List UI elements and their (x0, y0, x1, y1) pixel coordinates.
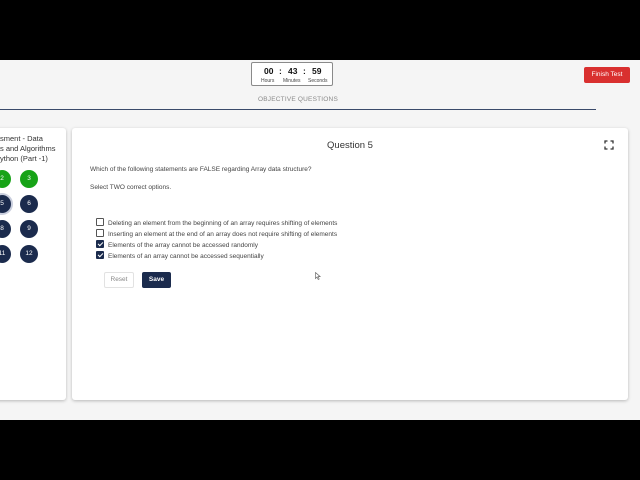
timer-minutes-label: Minutes (283, 78, 301, 84)
question-11-button[interactable]: 11 (0, 245, 11, 263)
option-1-checkbox[interactable] (96, 218, 104, 226)
option-4-label: Elements of an array cannot be accessed … (108, 253, 264, 260)
mouse-pointer-icon (315, 272, 321, 280)
option-2[interactable]: Inserting an element at the end of an ar… (96, 229, 337, 238)
timer-separator: : (303, 66, 306, 76)
test-screen: 00 : 43 : 59 Hours Minutes Seconds Finis… (0, 60, 640, 420)
question-instruction: Select TWO correct options. (90, 184, 172, 191)
option-1-label: Deleting an element from the beginning o… (108, 220, 338, 227)
question-8-button[interactable]: 8 (0, 220, 11, 238)
timer-seconds: 59 (312, 66, 322, 76)
question-text: Which of the following statements are FA… (90, 166, 312, 173)
top-bar: 00 : 43 : 59 Hours Minutes Seconds Finis… (0, 60, 640, 88)
question-title: Question 5 (327, 140, 373, 151)
timer-hours: 00 (264, 66, 274, 76)
option-4[interactable]: Elements of an array cannot be accessed … (96, 251, 264, 260)
timer-minutes: 43 (288, 66, 298, 76)
question-12-button[interactable]: 12 (20, 245, 38, 263)
option-1[interactable]: Deleting an element from the beginning o… (96, 218, 337, 227)
expand-icon[interactable] (604, 140, 614, 150)
reset-button[interactable]: Reset (104, 272, 134, 288)
option-4-checkbox[interactable] (96, 251, 104, 259)
question-navigator: sment - Data s and Algorithms ython (Par… (0, 128, 66, 400)
question-6-button[interactable]: 6 (20, 195, 38, 213)
option-3-checkbox[interactable] (96, 240, 104, 248)
question-3-button[interactable]: 3 (20, 170, 38, 188)
question-5-button[interactable]: 5 (0, 195, 11, 213)
save-button[interactable]: Save (142, 272, 171, 288)
finish-test-button[interactable]: Finish Test (584, 67, 630, 83)
option-3[interactable]: Elements of the array cannot be accessed… (96, 240, 258, 249)
timer-separator: : (279, 66, 282, 76)
timer-hours-label: Hours (261, 78, 275, 84)
countdown-timer: 00 : 43 : 59 Hours Minutes Seconds (251, 62, 333, 86)
question-2-button[interactable]: 2 (0, 170, 11, 188)
section-divider (0, 109, 596, 110)
option-3-label: Elements of the array cannot be accessed… (108, 242, 258, 249)
test-title: sment - Data s and Algorithms ython (Par… (0, 134, 56, 163)
option-2-label: Inserting an element at the end of an ar… (108, 231, 338, 238)
question-card: Question 5 Which of the following statem… (72, 128, 628, 400)
question-9-button[interactable]: 9 (20, 220, 38, 238)
timer-seconds-label: Seconds (308, 78, 328, 84)
option-2-checkbox[interactable] (96, 229, 104, 237)
section-title: OBJECTIVE QUESTIONS (257, 96, 338, 103)
